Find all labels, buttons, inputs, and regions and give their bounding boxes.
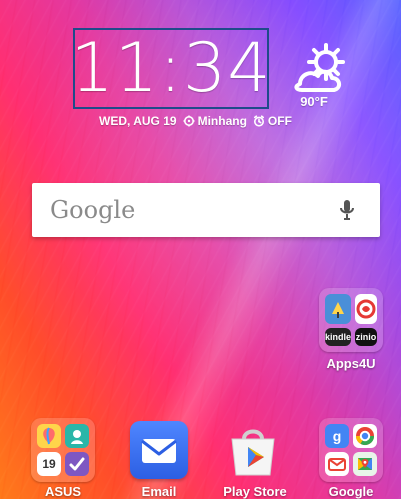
date-text: WED, AUG 19 (99, 114, 177, 128)
microphone-icon[interactable] (338, 198, 356, 222)
app-folder-asus[interactable]: 19 (31, 418, 95, 482)
gmail-icon (328, 458, 346, 471)
google-plus-icon: g (325, 424, 349, 448)
app-folder-google[interactable]: g (319, 418, 383, 482)
maps-icon (358, 458, 372, 470)
alarm-status: OFF (253, 114, 292, 128)
cleaner-icon (332, 302, 344, 318)
red-circle-icon (356, 299, 376, 319)
kindle-icon: kindle (325, 328, 352, 346)
email-app[interactable] (130, 421, 188, 479)
app-label: Play Store (223, 484, 287, 499)
envelope-icon (141, 439, 177, 463)
play-store-icon (231, 429, 275, 476)
calendar-icon: 19 (37, 452, 61, 476)
app-label: Apps4U (326, 356, 376, 371)
temperature: 90°F (300, 94, 328, 109)
chrome-icon (353, 424, 377, 448)
app-icon (65, 452, 89, 476)
date-location-row: WED, AUG 19 Minhang OFF (99, 114, 349, 128)
alarm-text: OFF (267, 114, 292, 128)
balloon-icon (43, 427, 55, 445)
folder-contents: kindle zinio (325, 294, 378, 346)
chrome-icon (356, 427, 374, 446)
google-search-bar[interactable]: Google (32, 183, 380, 237)
folder-contents: 19 (37, 424, 89, 476)
location-pin-icon (183, 115, 195, 127)
zinio-icon: zinio (355, 328, 378, 346)
clock-widget[interactable]: 11:34 (70, 28, 272, 109)
app-icon (355, 294, 378, 324)
app-label: ASUS (44, 484, 82, 499)
app-folder-apps4u[interactable]: kindle zinio (319, 288, 383, 352)
app-label: Google (328, 484, 374, 499)
location-text: Minhang (197, 114, 247, 128)
app-label: Email (141, 484, 177, 499)
clock-time: 11:34 (70, 29, 272, 108)
app-icon (325, 294, 352, 324)
google-logo: Google (50, 196, 136, 224)
app-icon (65, 424, 89, 448)
folder-contents: g (325, 424, 377, 476)
gmail-icon (325, 452, 349, 476)
contacts-icon (71, 430, 83, 444)
check-icon (69, 457, 85, 471)
alarm-clock-icon (253, 115, 264, 127)
play-store-app[interactable] (222, 421, 284, 479)
maps-icon (353, 452, 377, 476)
location: Minhang (183, 114, 247, 128)
app-icon (37, 424, 61, 448)
